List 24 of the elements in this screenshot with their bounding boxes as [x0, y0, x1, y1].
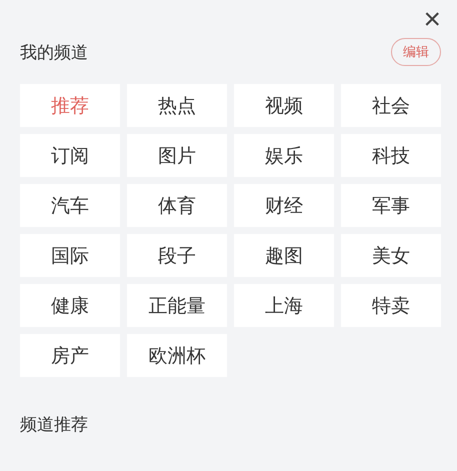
channel-tile[interactable]: 社会: [341, 84, 441, 127]
channel-tile[interactable]: 娱乐: [234, 134, 334, 177]
section-title: 频道推荐: [20, 415, 88, 435]
channel-tile[interactable]: 欧洲杯: [127, 334, 227, 377]
channel-tile[interactable]: 图片: [127, 134, 227, 177]
channel-tile[interactable]: 国际: [20, 234, 120, 277]
channel-tile[interactable]: 热点: [127, 84, 227, 127]
channel-tile[interactable]: 军事: [341, 184, 441, 227]
channel-tile[interactable]: 上海: [234, 284, 334, 327]
channel-tile[interactable]: 正能量: [127, 284, 227, 327]
channel-tile[interactable]: 视频: [234, 84, 334, 127]
channel-tile[interactable]: 订阅: [20, 134, 120, 177]
channel-tile[interactable]: 科技: [341, 134, 441, 177]
channel-tile[interactable]: 健康: [20, 284, 120, 327]
close-button[interactable]: ×: [423, 6, 441, 34]
channel-tile[interactable]: 体育: [127, 184, 227, 227]
channel-tile[interactable]: 趣图: [234, 234, 334, 277]
channel-tile[interactable]: 房产: [20, 334, 120, 377]
section-title: 我的频道: [20, 42, 88, 64]
channel-tile[interactable]: 段子: [127, 234, 227, 277]
channel-tile[interactable]: 美女: [341, 234, 441, 277]
channel-tile[interactable]: 财经: [234, 184, 334, 227]
channel-tile[interactable]: 汽车: [20, 184, 120, 227]
channel-tile[interactable]: 特卖: [341, 284, 441, 327]
